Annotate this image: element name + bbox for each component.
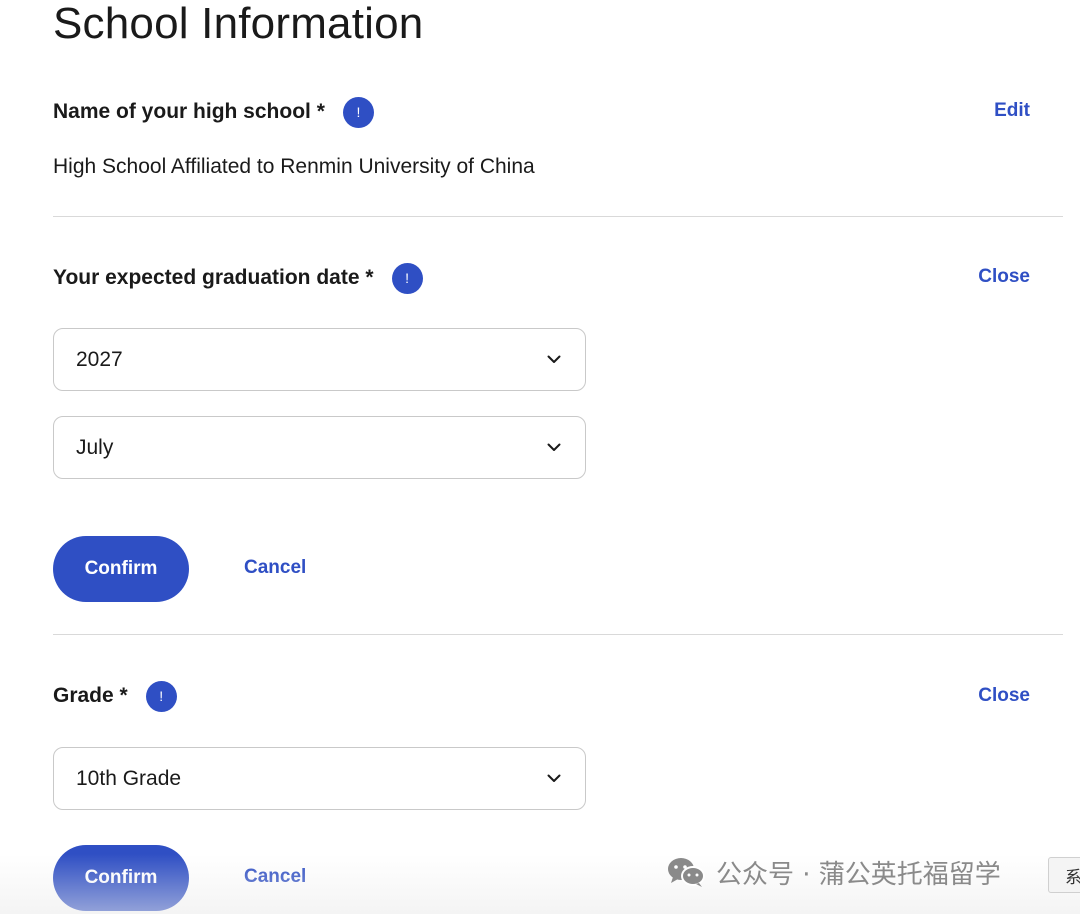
close-grade-button[interactable]: Close [978, 685, 1030, 707]
chevron-down-icon [547, 443, 561, 451]
section-divider [53, 216, 1063, 217]
edit-high-school-button[interactable]: Edit [994, 100, 1030, 122]
grade-label-row: Grade * ! [53, 679, 177, 713]
school-information-page: School Information Name of your high sch… [0, 0, 1080, 914]
graduation-year-select[interactable]: 2027 [53, 328, 586, 391]
graduation-date-label: Your expected graduation date * [53, 266, 374, 289]
graduation-month-select[interactable]: July [53, 416, 586, 479]
chevron-down-icon [547, 355, 561, 363]
info-icon[interactable]: ! [145, 680, 177, 712]
info-icon[interactable]: ! [342, 96, 374, 128]
section-divider [53, 634, 1063, 635]
close-graduation-date-button[interactable]: Close [978, 266, 1030, 288]
grade-value: 10th Grade [76, 766, 182, 790]
high-school-label: Name of your high school * [53, 100, 325, 123]
watermark-text: 公众号 · 蒲公英托福留学 [716, 859, 1001, 890]
cancel-graduation-date-button[interactable]: Cancel [244, 557, 306, 579]
high-school-value: High School Affiliated to Renmin Univers… [53, 155, 535, 178]
wechat-icon [668, 858, 705, 887]
cancel-grade-button[interactable]: Cancel [244, 866, 306, 888]
graduation-month-value: July [76, 435, 114, 459]
high-school-label-row: Name of your high school * ! [53, 95, 374, 129]
graduation-date-label-row: Your expected graduation date * ! [53, 261, 423, 295]
grade-select[interactable]: 10th Grade [53, 747, 586, 810]
info-icon[interactable]: ! [391, 262, 423, 294]
grade-label: Grade * [53, 684, 128, 707]
page-title: School Information [53, 0, 424, 48]
watermark: 公众号 · 蒲公英托福留学 [666, 852, 1001, 892]
side-tab[interactable]: 系 [1048, 857, 1080, 893]
confirm-graduation-date-button[interactable]: Confirm [53, 536, 189, 602]
chevron-down-icon [547, 774, 561, 782]
confirm-grade-button[interactable]: Confirm [53, 845, 189, 911]
graduation-year-value: 2027 [76, 347, 123, 371]
